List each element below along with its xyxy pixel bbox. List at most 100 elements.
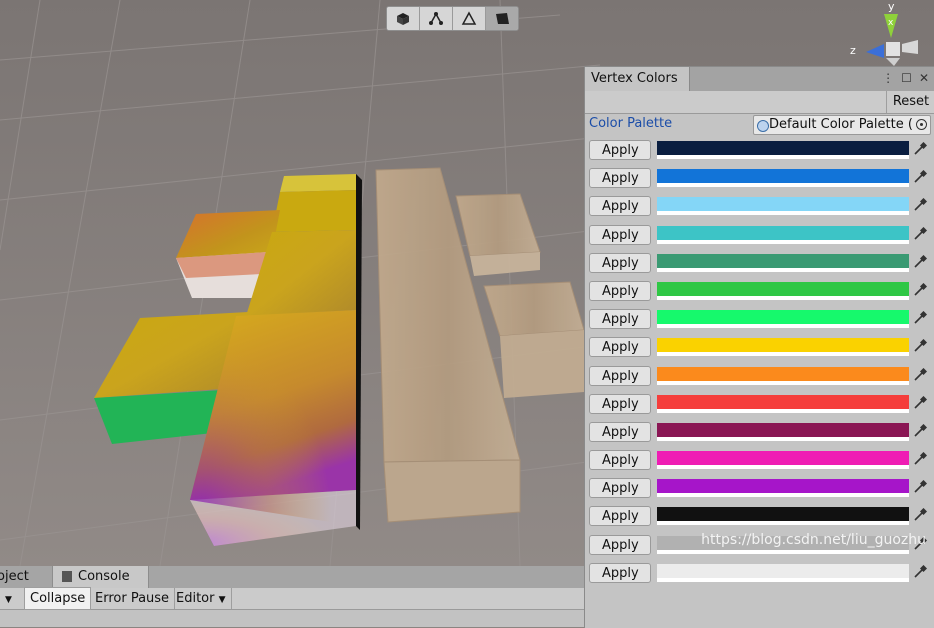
apply-button[interactable]: Apply [589, 393, 651, 414]
color-swatch[interactable] [657, 197, 909, 216]
eyedropper-icon[interactable] [913, 311, 927, 325]
color-swatch-fill [657, 479, 909, 494]
tab-project-label: roject [0, 569, 29, 584]
apply-button[interactable]: Apply [589, 534, 651, 555]
eyedropper-icon[interactable] [913, 226, 927, 241]
vertex-mode-button[interactable] [420, 7, 453, 30]
color-swatch-fill [657, 310, 909, 325]
eyedropper-icon[interactable] [913, 282, 927, 297]
color-swatch[interactable] [657, 563, 909, 582]
object-picker-icon[interactable] [916, 119, 927, 130]
alpha-bar [657, 577, 909, 582]
alpha-bar [657, 211, 909, 216]
apply-button[interactable]: Apply [589, 140, 651, 160]
apply-button[interactable]: Apply [589, 506, 651, 527]
color-swatch-fill [657, 507, 909, 522]
alpha-bar [657, 380, 909, 385]
color-row: Apply [585, 167, 934, 195]
alpha-bar [657, 465, 909, 470]
error-pause-button[interactable]: Error Pause [90, 588, 176, 609]
chevron-down-icon: ▼ [218, 595, 226, 605]
color-swatch[interactable] [657, 141, 909, 159]
alpha-bar [657, 295, 909, 300]
alpha-bar [657, 493, 909, 498]
alpha-bar [657, 549, 909, 554]
eyedropper-icon[interactable] [913, 142, 927, 156]
color-swatch[interactable] [657, 225, 909, 244]
tab-vertex-colors[interactable]: Vertex Colors [585, 67, 690, 91]
color-palette-label: Color Palette [589, 116, 673, 131]
eyedropper-icon[interactable] [913, 254, 927, 269]
color-swatch[interactable] [657, 338, 909, 357]
gizmo-y-label: y [888, 0, 895, 13]
clear-dropdown-button[interactable]: ▼ [0, 588, 25, 609]
maximize-icon[interactable]: ☐ [901, 71, 912, 85]
color-row: Apply [585, 393, 934, 421]
color-row: Apply [585, 365, 934, 393]
color-swatch[interactable] [657, 394, 909, 413]
orientation-gizmo[interactable]: y z x [840, 0, 934, 66]
color-row: Apply [585, 562, 934, 590]
color-swatch-fill [657, 451, 909, 466]
collapse-button[interactable]: Collapse [24, 587, 92, 610]
color-swatch[interactable] [657, 451, 909, 470]
color-swatch[interactable] [657, 507, 909, 526]
color-row: Apply [585, 224, 934, 252]
color-swatch[interactable] [657, 422, 909, 441]
gizmo-x-label: x [888, 18, 894, 28]
apply-button[interactable]: Apply [589, 478, 651, 499]
tab-project[interactable]: roject [0, 566, 52, 588]
eyedropper-icon[interactable] [913, 480, 927, 494]
color-row: Apply [585, 139, 934, 167]
color-swatch-fill [657, 422, 909, 437]
apply-button[interactable]: Apply [589, 309, 651, 330]
tab-console[interactable]: Console [52, 566, 149, 588]
eyedropper-icon[interactable] [913, 564, 927, 579]
apply-button[interactable]: Apply [589, 196, 651, 217]
eyedropper-icon[interactable] [913, 508, 927, 522]
color-swatch[interactable] [657, 479, 909, 498]
eyedropper-icon[interactable] [913, 198, 927, 212]
color-swatch[interactable] [657, 281, 909, 300]
kebab-menu-icon[interactable]: ⋮ [882, 71, 894, 85]
close-icon[interactable]: ✕ [919, 71, 929, 85]
eyedropper-icon[interactable] [913, 367, 927, 382]
alpha-bar [657, 436, 909, 441]
apply-button[interactable]: Apply [589, 562, 651, 583]
color-swatch[interactable] [657, 253, 909, 272]
color-swatch[interactable] [657, 366, 909, 385]
eyedropper-icon[interactable] [913, 423, 927, 438]
vertex-icon [429, 11, 443, 25]
edge-mode-button[interactable] [453, 7, 486, 30]
apply-button[interactable]: Apply [589, 252, 651, 273]
color-swatch-fill [657, 169, 909, 184]
color-swatch-fill [657, 366, 909, 381]
color-swatch[interactable] [657, 169, 909, 188]
apply-button[interactable]: Apply [589, 421, 651, 442]
apply-button[interactable]: Apply [589, 224, 651, 245]
apply-button[interactable]: Apply [589, 450, 651, 471]
apply-button[interactable]: Apply [589, 168, 651, 189]
color-swatch-fill [657, 281, 909, 296]
apply-button[interactable]: Apply [589, 280, 651, 301]
alpha-bar [657, 408, 909, 413]
color-row: Apply [585, 308, 934, 336]
apply-button[interactable]: Apply [589, 337, 651, 358]
eyedropper-icon[interactable] [913, 170, 927, 184]
reset-button[interactable]: Reset [886, 91, 934, 113]
color-swatch[interactable] [657, 310, 909, 329]
watermark: https://blog.csdn.net/liu_guozhu [701, 532, 926, 548]
vertex-colors-tab-bar: Vertex Colors ⋮ ☐ ✕ [585, 67, 934, 91]
apply-button[interactable]: Apply [589, 365, 651, 386]
cube-icon [397, 12, 409, 25]
color-swatch-fill [657, 225, 909, 240]
editor-dropdown[interactable]: Editor ▼ [171, 588, 232, 609]
color-palette-field[interactable]: Default Color Palette ( [753, 115, 931, 135]
scene-tool-strip [386, 6, 519, 31]
eyedropper-icon[interactable] [913, 452, 927, 466]
face-mode-button[interactable] [486, 7, 518, 30]
tab-console-label: Console [78, 569, 130, 584]
object-mode-button[interactable] [387, 7, 420, 30]
eyedropper-icon[interactable] [913, 395, 927, 410]
eyedropper-icon[interactable] [913, 339, 927, 353]
